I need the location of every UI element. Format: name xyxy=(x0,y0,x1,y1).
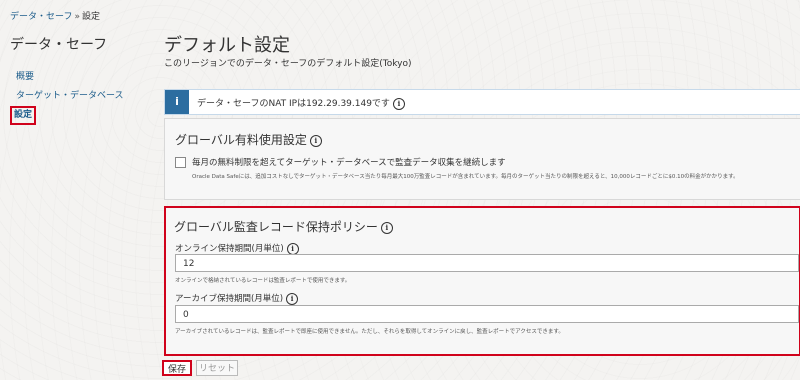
breadcrumb-root-link[interactable]: データ・セーフ xyxy=(10,12,72,22)
info-icon: i xyxy=(165,90,189,114)
online-retention-info-icon[interactable]: i xyxy=(286,242,299,255)
archive-retention-hint: アーカイブされているレコードは、監査レポートで即座に使用できません。ただし、それ… xyxy=(175,329,564,335)
info-banner: i データ・セーフのNAT IPは192.29.39.149です i xyxy=(164,89,800,115)
retention-policy-card: グローバル監査レコード保持ポリシー i オンライン保持期間(月単位) i 12 オン… xyxy=(164,206,800,356)
paid-usage-title: グローバル有料使用設定 xyxy=(175,133,307,147)
info-tooltip-icon[interactable]: i xyxy=(392,97,405,110)
sidebar-item-overview[interactable]: 概要 xyxy=(16,68,124,87)
retention-policy-title: グローバル監査レコード保持ポリシー xyxy=(174,220,378,234)
breadcrumb-current: 設定 xyxy=(81,12,100,22)
page-title: デフォルト設定 xyxy=(164,35,290,56)
sidebar-item-settings[interactable]: 設定 xyxy=(10,106,36,125)
online-retention-label: オンライン保持期間(月単位) xyxy=(175,244,284,254)
retention-policy-info-icon[interactable]: i xyxy=(380,221,393,234)
sidebar-item-target-databases[interactable]: ターゲット・データベース xyxy=(16,87,124,106)
page-subtitle: このリージョンでのデータ・セーフのデフォルト設定(Tokyo) xyxy=(164,59,412,69)
sidebar-nav: 概要 ターゲット・データベース 設定 xyxy=(10,68,124,125)
paid-usage-description: Oracle Data Safeには、追加コストなしでターゲット・データベース当… xyxy=(192,174,739,180)
continue-collection-checkbox[interactable] xyxy=(175,157,186,168)
breadcrumb-separator: » xyxy=(74,12,80,22)
sidebar-title: データ・セーフ xyxy=(10,37,108,53)
reset-button[interactable]: リセット xyxy=(196,360,238,376)
online-retention-input[interactable]: 12 xyxy=(175,254,799,272)
info-banner-text: データ・セーフのNAT IPは192.29.39.149です xyxy=(197,99,390,109)
paid-usage-info-icon[interactable]: i xyxy=(309,134,322,147)
continue-collection-label[interactable]: 毎月の無料制限を超えてターゲット・データベースで監査データ収集を継続します xyxy=(192,156,506,168)
save-button[interactable]: 保存 xyxy=(162,360,192,376)
archive-retention-label: アーカイブ保持期間(月単位) xyxy=(175,294,284,304)
archive-retention-input[interactable]: 0 xyxy=(175,305,799,323)
online-retention-hint: オンラインで格納されているレコードは監査レポートで使用できます。 xyxy=(175,278,351,284)
breadcrumb: データ・セーフ» 設定 xyxy=(10,9,100,22)
paid-usage-card: グローバル有料使用設定 i 毎月の無料制限を超えてターゲット・データベースで監査デ… xyxy=(164,118,800,200)
archive-retention-info-icon[interactable]: i xyxy=(286,292,299,305)
